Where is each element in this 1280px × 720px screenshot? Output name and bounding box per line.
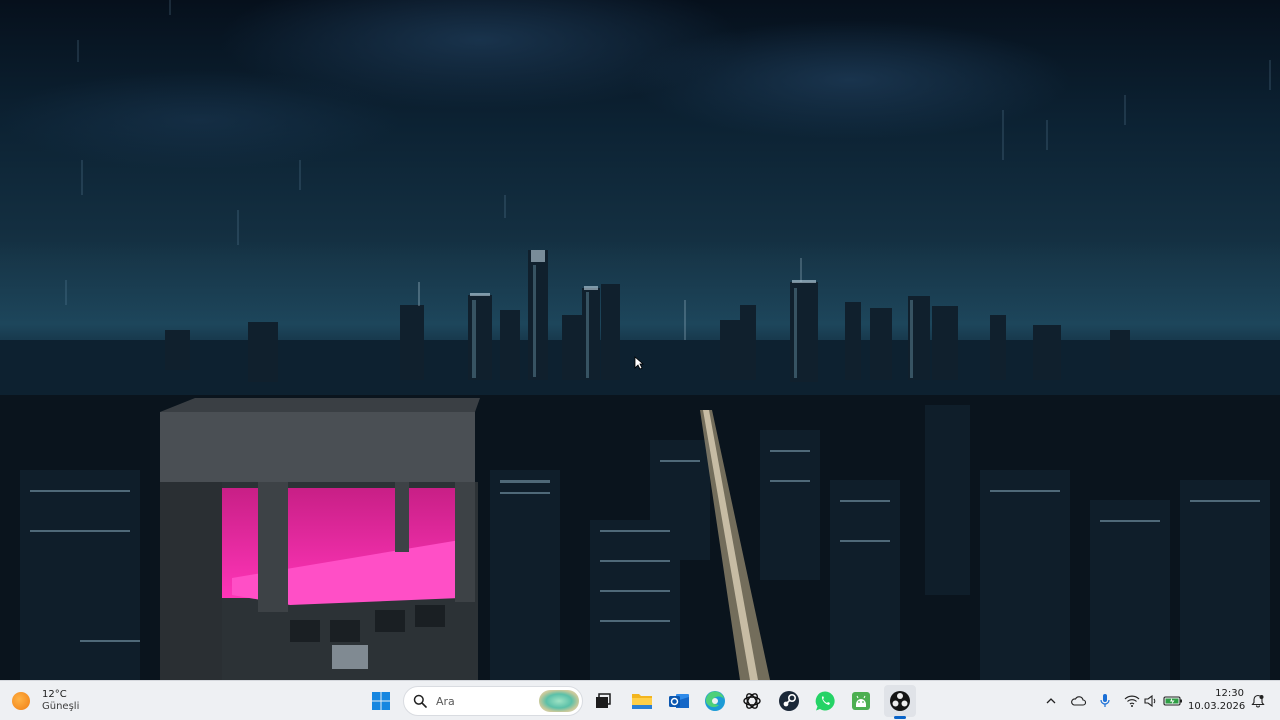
clock-time: 12:30 [1215, 688, 1244, 699]
taskbar-app-outlook[interactable] [663, 685, 695, 717]
taskbar: 12°C Güneşli Ara 12:30 10.03.2026 [0, 680, 1280, 720]
weather-condition: Güneşli [42, 701, 80, 712]
bell-icon [1251, 694, 1265, 708]
taskbar-app-whatsapp[interactable] [809, 685, 841, 717]
search-highlight-image[interactable] [539, 690, 579, 712]
taskbar-app-edge[interactable] [699, 685, 731, 717]
wifi-icon [1124, 695, 1140, 707]
volume-button[interactable] [1141, 691, 1161, 711]
weather-text: 12°C Güneşli [42, 689, 79, 713]
folder-icon [632, 694, 652, 709]
outlook-icon [669, 694, 689, 708]
windows-logo-icon [372, 692, 390, 710]
obs-icon [890, 691, 910, 711]
microphone-icon [1100, 694, 1110, 707]
speaker-icon [1144, 694, 1156, 708]
desktop-wallpaper [0, 0, 1280, 680]
chatgpt-icon [743, 693, 761, 709]
taskbar-app-chatgpt[interactable] [736, 685, 768, 717]
city-night-wallpaper [0, 0, 1280, 680]
task-view-icon [596, 693, 611, 708]
search-input[interactable] [434, 693, 528, 709]
weather-temperature: 12°C [42, 689, 67, 700]
microphone-button[interactable] [1095, 691, 1115, 711]
active-app-indicator [894, 716, 906, 719]
taskbar-app-android[interactable] [845, 685, 877, 717]
whatsapp-icon [815, 691, 835, 711]
taskbar-app-steam[interactable] [773, 685, 805, 717]
taskbar-app-obs-studio[interactable] [884, 685, 916, 717]
steam-icon [779, 691, 799, 711]
notifications-button[interactable] [1248, 691, 1268, 711]
battery-button[interactable] [1163, 691, 1183, 711]
battery-icon [1163, 696, 1182, 706]
start-button[interactable] [365, 685, 397, 717]
search-box[interactable] [403, 686, 583, 716]
sun-icon [12, 692, 30, 710]
show-hidden-icons-button[interactable] [1041, 691, 1061, 711]
search-icon [413, 694, 427, 708]
clock-button[interactable]: 12:30 10.03.2026 [1188, 687, 1246, 715]
cloud-icon [1071, 696, 1086, 706]
network-button[interactable] [1122, 691, 1142, 711]
weather-widget[interactable]: 12°C Güneşli [12, 687, 79, 715]
clock-date: 10.03.2026 [1188, 701, 1246, 712]
chevron-up-icon [1046, 698, 1056, 704]
taskbar-app-task-view[interactable] [587, 685, 619, 717]
taskbar-app-file-explorer[interactable] [626, 685, 658, 717]
onedrive-button[interactable] [1068, 691, 1088, 711]
mouse-cursor-icon [634, 356, 644, 370]
edge-icon [705, 691, 725, 711]
android-icon [852, 692, 870, 710]
